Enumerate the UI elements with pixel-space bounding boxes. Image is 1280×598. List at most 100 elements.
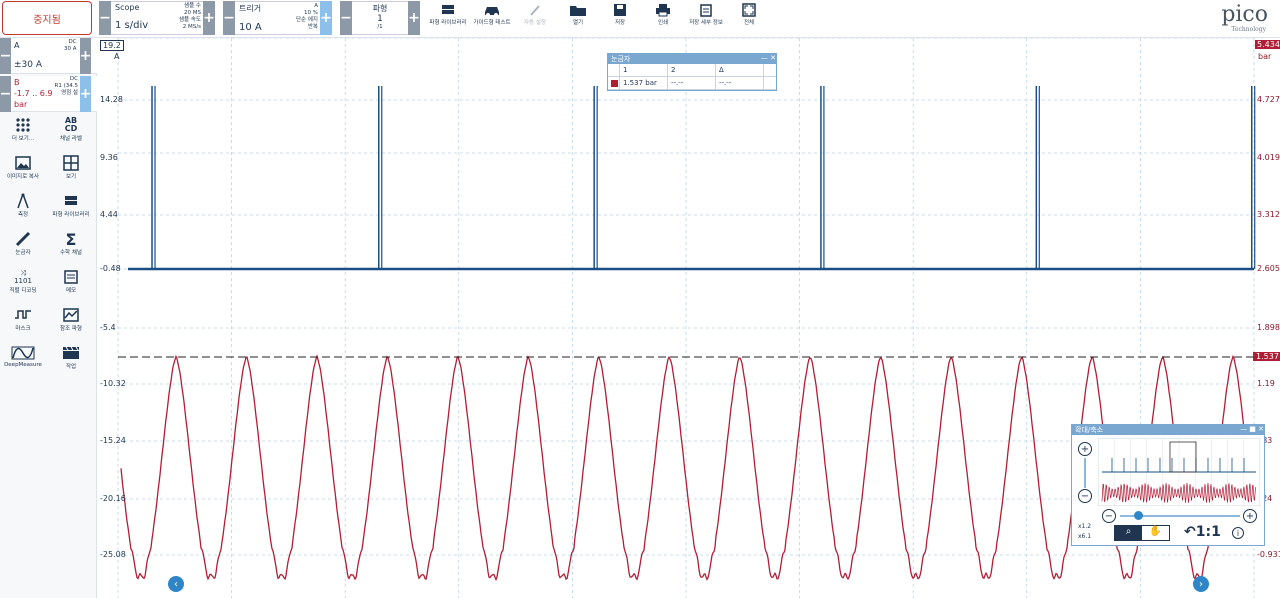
waveform-next-button[interactable]: + — [408, 1, 420, 35]
ruler-window-title: 눈금자 — [611, 55, 631, 63]
axis-a-tick: -25.08 — [100, 550, 126, 559]
axis-a-tick: 14.28 — [100, 95, 123, 104]
save-details-tool[interactable]: 저장 세부 정보 — [684, 2, 728, 36]
pico-logo: pico — [1221, 2, 1268, 27]
trigger-minus-button[interactable]: − — [223, 1, 235, 35]
books-icon — [440, 2, 456, 18]
ruler-window-close-icon[interactable]: — ✕ — [761, 54, 776, 64]
ruler-value-delta: --.-- — [716, 77, 764, 89]
axis-a-tick: -20.16 — [100, 494, 126, 503]
waveform-control[interactable]: 파형 1 /1 — [352, 1, 408, 35]
timebase-control[interactable]: Scope 1 s/div 샘플 수 20 MS 샘플 속도 2 MS/s — [111, 1, 203, 35]
tool-label: 열기 — [572, 20, 584, 26]
folder-icon — [569, 2, 587, 18]
zoom-mode-toggle[interactable]: ⌕ ✋ — [1114, 525, 1170, 541]
clipboard-icon — [700, 2, 712, 18]
tool-label: 파형 라이브러리 — [429, 20, 467, 26]
zoom-out-horizontal-button[interactable]: − — [1102, 509, 1116, 523]
open-tool[interactable]: 열기 — [556, 2, 600, 36]
print-tool[interactable]: 인쇄 — [641, 2, 685, 36]
fullscreen-tool[interactable]: 전체 — [727, 2, 771, 36]
reset-zoom-button[interactable]: ↶1:1 — [1184, 524, 1221, 540]
axis-a-unit: A — [114, 52, 120, 61]
car-icon — [483, 2, 501, 18]
scroll-right-icon[interactable]: › — [1193, 576, 1209, 592]
waveform-library-tool[interactable]: 파형 라이브러리 — [426, 2, 470, 36]
guided-test-tool[interactable]: 가이드형 테스트 — [470, 2, 514, 36]
axis-a-tick: -5.4 — [100, 323, 116, 332]
channel-b-swatch — [611, 79, 618, 87]
zoom-y-level: x6.1 — [1078, 533, 1092, 540]
printer-icon — [655, 2, 671, 18]
tool-label: 저장 — [614, 20, 626, 26]
ruler-marker[interactable]: 1.537 — [1253, 352, 1280, 361]
trigger-repeat: 반복 — [307, 24, 318, 30]
trigger-channel: A — [314, 3, 318, 9]
trigger-control[interactable]: 트리거 10 A A 10 % 단순 에지 반복 — [235, 1, 320, 35]
zoom-x-level: x1.2 — [1078, 523, 1092, 530]
zoom-in-horizontal-button[interactable]: + — [1243, 509, 1257, 523]
axis-b-tick: 1.19 — [1257, 379, 1275, 388]
samples-label: 샘플 수 — [184, 3, 201, 9]
reset-zoom-label: 1:1 — [1195, 524, 1221, 540]
trigger-label: 트리거 — [239, 4, 262, 13]
axis-a-tick: 4.44 — [100, 210, 118, 219]
pan-mode-icon[interactable]: ✋ — [1142, 526, 1169, 540]
scroll-left-icon[interactable]: ‹ — [168, 576, 184, 592]
zoom-in-vertical-button[interactable]: + — [1078, 442, 1092, 456]
timebase-value: 1 s/div — [115, 20, 149, 31]
waveform-total: /1 — [377, 24, 383, 30]
axis-b-tick: -0.931 — [1257, 550, 1280, 559]
save-tool[interactable]: 저장 — [598, 2, 642, 36]
ruler-col-1: 1 — [620, 64, 668, 76]
zoom-vertical-slider[interactable] — [1084, 458, 1086, 488]
tool-label: 저장 세부 정보 — [689, 20, 723, 26]
waveform-label: 파형 — [372, 4, 388, 13]
axis-b-tick: 3.312 — [1257, 210, 1280, 219]
zoom-window[interactable]: 확대/축소 — ■ ✕ + − − + x1.2 x6.1 ⌕ ✋ ↶1:1 i — [1071, 424, 1265, 546]
save-icon — [613, 2, 627, 18]
tool-label: 전체 — [743, 20, 755, 26]
waveform-prev-button[interactable]: − — [340, 1, 352, 35]
rate-label: 샘플 속도 — [179, 17, 201, 23]
ruler-col-2: 2 — [668, 64, 716, 76]
timebase-minus-button[interactable]: − — [99, 1, 111, 35]
axis-a-tick: -15.24 — [100, 436, 126, 445]
zoom-slider-thumb[interactable] — [1134, 511, 1143, 520]
axis-a-top[interactable]: 19.2 — [100, 40, 124, 51]
timebase-plus-button[interactable]: + — [203, 1, 215, 35]
zoom-window-close-icon[interactable]: — ■ ✕ — [1240, 425, 1264, 435]
zoom-out-vertical-button[interactable]: − — [1078, 489, 1092, 503]
ruler-value-2: --.-- — [668, 77, 716, 89]
trigger-mode: 단순 에지 — [296, 17, 318, 23]
zoom-overview[interactable] — [1098, 438, 1260, 506]
ruler-col-delta: Δ — [716, 64, 764, 76]
ruler-value-1: 1.537 bar — [620, 77, 668, 89]
scope-label: Scope — [115, 3, 140, 12]
trigger-level: 10 A — [239, 22, 262, 33]
ruler-window[interactable]: 눈금자 — ✕ 1 2 Δ 1.537 bar --.-- --.-- — [607, 53, 777, 91]
waveform-number: 1 — [377, 14, 383, 24]
axis-a-tick: -10.32 — [100, 379, 126, 388]
fullscreen-icon — [742, 2, 756, 18]
axis-a-tick: -0.48 — [100, 264, 121, 273]
info-icon[interactable]: i — [1232, 527, 1244, 539]
top-toolbar: 중지됨 − Scope 1 s/div 샘플 수 20 MS 샘플 속도 2 M… — [0, 0, 1280, 38]
axis-b-tick: 2.605 — [1257, 264, 1280, 273]
axis-b-tick: 4.727 — [1257, 95, 1280, 104]
axis-a-tick: 9.36 — [100, 153, 118, 162]
tool-label: 인쇄 — [657, 20, 669, 26]
axis-b-tick: 4.019 — [1257, 153, 1280, 162]
undo-icon: ↶ — [1184, 524, 1196, 540]
rate-value: 2 MS/s — [182, 24, 201, 30]
trigger-plus-button[interactable]: + — [320, 1, 332, 35]
tool-label: 자동 설정 — [524, 20, 546, 26]
stop-button[interactable]: 중지됨 — [2, 1, 92, 35]
auto-setup-tool[interactable]: 자동 설정 — [513, 2, 557, 36]
tool-label: 가이드형 테스트 — [473, 20, 511, 26]
pico-logo-sub: Technology — [1231, 26, 1266, 33]
axis-b-top[interactable]: 5.434 — [1255, 40, 1280, 49]
zoom-mode-icon[interactable]: ⌕ — [1115, 526, 1142, 540]
wand-icon — [528, 2, 542, 18]
samples-value: 20 MS — [184, 10, 201, 16]
